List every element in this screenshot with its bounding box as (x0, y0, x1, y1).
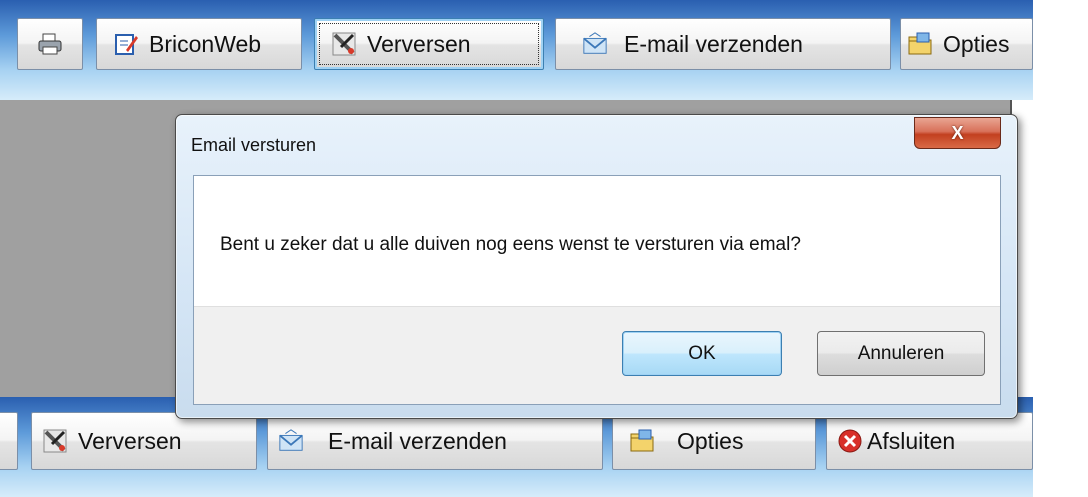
briconweb-button[interactable]: BriconWeb (96, 18, 302, 70)
bottom-verversen-label: Verversen (78, 427, 182, 454)
briconweb-label: BriconWeb (149, 30, 262, 57)
envelope-icon (278, 428, 304, 454)
bottom-email-verzenden-label: E-mail verzenden (328, 427, 507, 454)
options-icon (907, 31, 933, 57)
email-dialog: Email versturen X Bent u zeker dat u all… (175, 114, 1018, 419)
edit-document-icon (113, 31, 139, 57)
refresh-tools-icon (42, 428, 68, 454)
bottom-opties-label: Opties (677, 427, 744, 454)
afsluiten-button[interactable]: Afsluiten (826, 412, 1033, 470)
bottom-email-verzenden-button[interactable]: E-mail verzenden (267, 412, 603, 470)
verversen-label: Verversen (367, 30, 471, 57)
ok-button[interactable]: OK (622, 331, 782, 376)
partial-toolbar-button[interactable] (0, 412, 18, 470)
annuleren-button[interactable]: Annuleren (817, 331, 985, 376)
dialog-title: Email versturen (191, 135, 317, 155)
afsluiten-label: Afsluiten (867, 427, 956, 454)
close-icon: X (951, 122, 964, 143)
envelope-icon (582, 31, 608, 57)
close-circle-icon (837, 428, 863, 454)
top-toolbar: BriconWeb Verversen E-mail verzenden Opt… (0, 0, 1033, 100)
dialog-body: Bent u zeker dat u alle duiven nog eens … (193, 175, 1001, 405)
dialog-button-row: OK Annuleren (194, 306, 1000, 404)
verversen-button[interactable]: Verversen (314, 18, 544, 70)
email-verzenden-button[interactable]: E-mail verzenden (555, 18, 891, 70)
opties-label: Opties (943, 30, 1010, 57)
dialog-close-button[interactable]: X (914, 117, 1001, 149)
bottom-verversen-button[interactable]: Verversen (31, 412, 257, 470)
bottom-opties-button[interactable]: Opties (612, 412, 816, 470)
printer-icon (37, 31, 63, 57)
refresh-tools-icon (331, 31, 357, 57)
opties-button[interactable]: Opties (900, 18, 1033, 70)
options-icon (629, 428, 655, 454)
dialog-message: Bent u zeker dat u alle duiven nog eens … (220, 234, 801, 255)
print-button[interactable] (17, 18, 83, 70)
email-verzenden-label: E-mail verzenden (624, 30, 803, 57)
